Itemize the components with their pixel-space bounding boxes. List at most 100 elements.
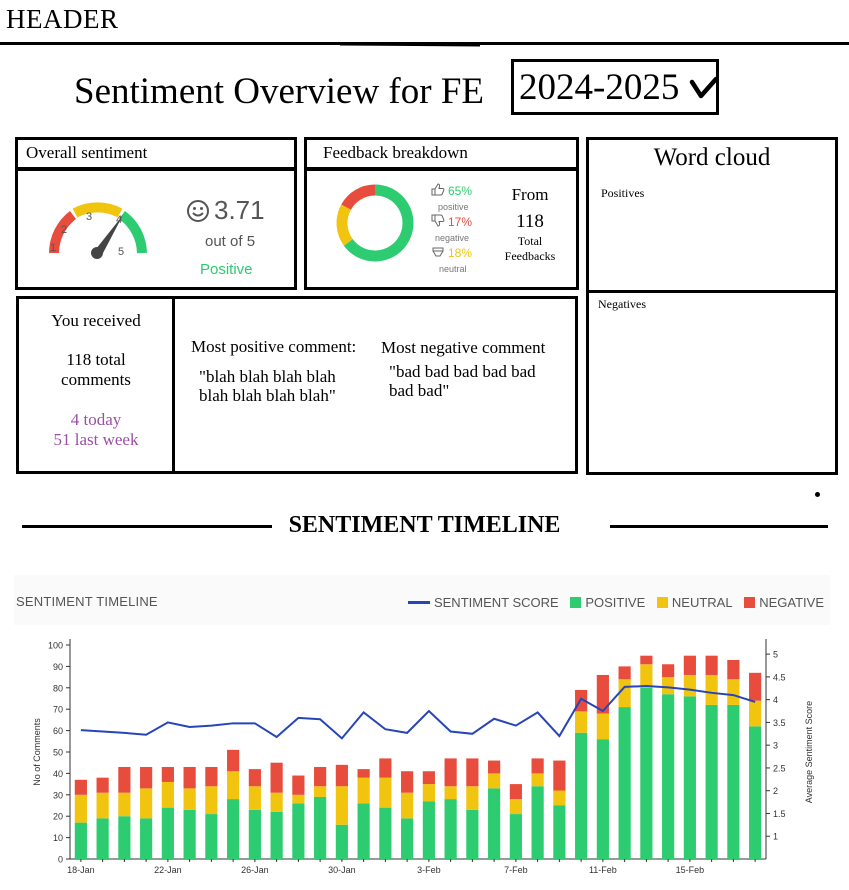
- bar-positive: [379, 807, 392, 859]
- bar-neutral: [161, 781, 174, 808]
- y-axis-label: No of Comments: [32, 718, 42, 786]
- y-tick-label: 0: [58, 855, 63, 865]
- bar-positive: [205, 814, 218, 859]
- bar-negative: [96, 777, 109, 793]
- bar-neutral: [705, 674, 718, 705]
- bar-neutral: [183, 788, 196, 810]
- bar-positive: [314, 796, 327, 859]
- bar-neutral: [444, 786, 457, 800]
- bar-neutral: [227, 771, 240, 800]
- gauge-tick-3: 3: [86, 211, 92, 223]
- bar-neutral: [662, 677, 675, 695]
- bar-positive: [335, 824, 348, 859]
- bar-negative: [379, 758, 392, 778]
- positives-label: Positives: [601, 186, 645, 200]
- bar-negative: [161, 766, 174, 782]
- x-tick-label: 15-Feb: [676, 865, 705, 875]
- bar-neutral: [292, 794, 305, 804]
- y2-tick-label: 2: [773, 786, 778, 796]
- negative-label: negative: [435, 233, 470, 243]
- bar-neutral: [205, 786, 218, 815]
- negative-pct: 17%: [448, 215, 473, 229]
- bar-positive: [357, 803, 370, 859]
- y2-tick-label: 2.5: [773, 763, 786, 773]
- bar-positive: [640, 687, 653, 859]
- bar-positive: [596, 739, 609, 859]
- bar-negative: [183, 766, 196, 789]
- bar-neutral: [74, 794, 87, 823]
- legend-score: SENTIMENT SCORE: [407, 595, 559, 610]
- bar-positive: [140, 818, 153, 859]
- bar-neutral: [335, 786, 348, 825]
- bar-positive: [683, 696, 696, 859]
- x-tick-label: 30-Jan: [328, 865, 356, 875]
- bar-neutral: [531, 773, 544, 787]
- bar-positive: [270, 811, 283, 859]
- sentiment-score-line: [80, 684, 756, 740]
- bar-negative: [270, 762, 283, 793]
- overall-sentiment-card: 1 2 3 4 5 3.71 out of 5 Positive: [15, 168, 297, 290]
- positive-label: positive: [438, 202, 469, 212]
- y2-tick-label: 3: [773, 741, 778, 751]
- sentiment-label: Positive: [200, 261, 253, 278]
- chart-panel-title: SENTIMENT TIMELINE: [16, 594, 158, 609]
- bar-neutral: [509, 799, 522, 815]
- bar-neutral: [466, 786, 479, 810]
- y-tick-label: 100: [48, 641, 63, 651]
- y-tick-label: 50: [53, 748, 63, 758]
- x-tick-label: 18-Jan: [67, 865, 95, 875]
- bar-positive: [227, 799, 240, 859]
- bar-neutral: [379, 777, 392, 808]
- positive-pct: 65%: [448, 184, 473, 198]
- bar-negative: [553, 760, 566, 791]
- neutral-pct: 18%: [448, 246, 473, 260]
- fiscal-year-dropdown[interactable]: 2024-2025: [511, 59, 719, 115]
- total-feedbacks-count: 118: [516, 211, 544, 232]
- x-tick-label: 26-Jan: [241, 865, 269, 875]
- bar-neutral: [96, 792, 109, 819]
- bar-neutral: [640, 664, 653, 688]
- received-total-label: comments: [61, 370, 131, 389]
- bar-neutral: [749, 700, 762, 727]
- bar-positive: [183, 809, 196, 859]
- word-cloud-title: Word cloud: [653, 144, 771, 171]
- bar-negative: [248, 769, 261, 787]
- sentiment-timeline-chart: 0 10 20 30 40 50 60 70 80 90 100 1 1.5 2 2.5 3 3.5 4 4.5 5 N…: [14, 625, 830, 890]
- y2-tick-label: 3.5: [773, 718, 786, 728]
- bar-negative: [727, 659, 740, 680]
- word-cloud-negatives-card: Negatives: [586, 290, 838, 475]
- y2-tick-label: 5: [773, 650, 778, 660]
- word-cloud-positives-card: Word cloud Positives: [586, 137, 838, 293]
- most-negative-text: "bad bad bad bad bad bad bad": [389, 362, 536, 400]
- overall-sentiment-title: Overall sentiment: [26, 143, 148, 162]
- bar-neutral: [357, 777, 370, 804]
- gauge-tick-1: 1: [50, 242, 56, 254]
- feedback-breakdown-header: Feedback breakdown: [304, 137, 579, 170]
- chevron-down-icon: [689, 76, 719, 99]
- bar-positive: [553, 805, 566, 859]
- x-tick-label: 7-Feb: [504, 865, 528, 875]
- received-today: 4 today: [70, 410, 122, 429]
- bar-positive: [509, 814, 522, 859]
- bar-neutral: [575, 711, 588, 733]
- overall-sentiment-header: Overall sentiment: [15, 137, 297, 170]
- bar-negative: [466, 758, 479, 787]
- header-label: HEADER: [6, 4, 119, 34]
- bar-positive: [705, 704, 718, 859]
- neutral-label: neutral: [439, 264, 467, 274]
- y-tick-label: 70: [53, 705, 63, 715]
- x-tick-label: 11-Feb: [589, 865, 617, 875]
- chart-legend: SENTIMENT SCORE POSITIVE NEUTRAL NEGATIV…: [400, 594, 824, 610]
- y-tick-label: 60: [53, 726, 63, 736]
- bar-positive: [727, 704, 740, 859]
- received-last-week: 51 last week: [53, 430, 139, 449]
- bar-negative: [140, 766, 153, 789]
- feedback-breakdown-title: Feedback breakdown: [323, 143, 468, 162]
- bar-negative: [618, 666, 631, 680]
- bar-neutral: [488, 773, 501, 789]
- bar-positive: [488, 788, 501, 859]
- bar-positive: [618, 707, 631, 859]
- bar-negative: [705, 655, 718, 675]
- bar-negative: [683, 655, 696, 675]
- negatives-label: Negatives: [598, 297, 646, 311]
